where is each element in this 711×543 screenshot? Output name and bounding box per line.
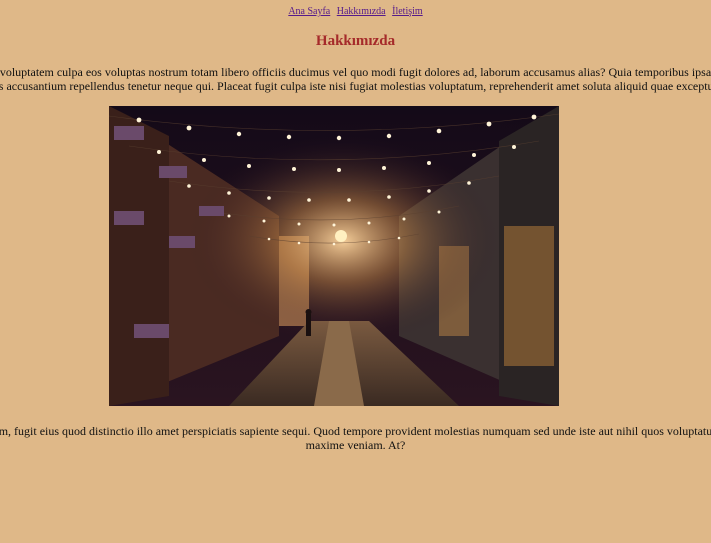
street-lights-photo: [109, 106, 559, 406]
top-nav: Ana Sayfa Hakkımızda İletişim: [0, 6, 711, 18]
page-title: Hakkımızda: [315, 33, 396, 49]
intro-paragraph-line-1: voluptatem culpa eos voluptas nostrum to…: [0, 65, 711, 79]
intro-paragraph: voluptatem culpa eos voluptas nostrum to…: [0, 65, 711, 93]
street-lights-illustration: [109, 106, 559, 406]
closing-paragraph-line-2: maxime veniam. At?: [305, 438, 406, 452]
closing-paragraph-line-1: ium, fugit eius quod distinctio illo ame…: [0, 424, 711, 438]
nav-link-about[interactable]: Hakkımızda: [337, 6, 386, 17]
nav-link-contact[interactable]: İletişim: [392, 6, 423, 17]
intro-paragraph-line-2: tes accusantium repellendus tenetur nequ…: [0, 79, 711, 93]
nav-link-home[interactable]: Ana Sayfa: [288, 6, 330, 17]
closing-paragraph: ium, fugit eius quod distinctio illo ame…: [0, 424, 711, 452]
